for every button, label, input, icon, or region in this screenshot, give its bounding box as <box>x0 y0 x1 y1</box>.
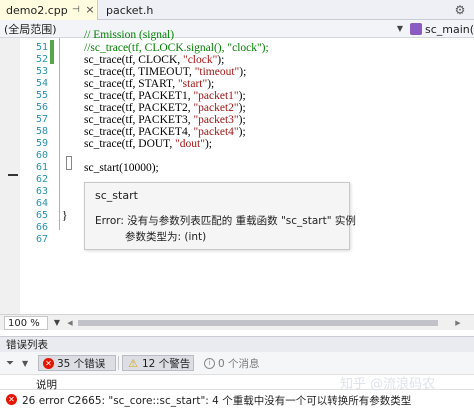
chevron-down-icon[interactable]: ▼ <box>394 22 406 36</box>
errors-count-label: 35 个错误 <box>57 357 106 370</box>
messages-filter-button[interactable]: i 0 个消息 <box>200 355 270 371</box>
code-line: sc_trace(tf, PACKET3, "packet3"); <box>84 114 246 126</box>
filter-icon[interactable]: ⏷ <box>6 355 20 371</box>
fold-guide-line <box>59 38 60 230</box>
warning-icon: ⚠ <box>128 356 138 370</box>
function-label: sc_main( <box>425 22 474 36</box>
scroll-right-icon[interactable]: ▶ <box>454 319 462 327</box>
line-number: 53 <box>35 66 48 77</box>
error-list-title: 错误列表 <box>0 336 474 352</box>
tooltip-title: sc_start <box>95 189 138 202</box>
tab-label: packet.h <box>106 3 154 17</box>
line-number: 51 <box>35 42 48 53</box>
scrollbar-thumb[interactable] <box>78 320 438 326</box>
code-line: sc_trace(tf, START, "start"); <box>84 78 215 90</box>
messages-count-label: 0 个消息 <box>218 357 260 370</box>
zoom-value: 100 % <box>8 317 40 329</box>
watermark-text: 知乎 @流浪码农 <box>340 376 436 392</box>
quickinfo-tooltip: sc_start Error: 没有与参数列表匹配的 重载函数 "sc_star… <box>84 182 356 250</box>
text-caret <box>66 156 72 170</box>
line-number: 55 <box>35 90 48 101</box>
current-line-marker <box>8 174 18 176</box>
navigation-bar: (全局范围) ▼ sc_main( <box>0 20 474 38</box>
code-line: sc_start(10000); <box>84 162 159 174</box>
chevron-down-icon[interactable]: ▼ <box>52 316 62 330</box>
code-line: sc_trace(tf, PACKET1, "packet1"); <box>84 90 246 102</box>
indicator-margin[interactable] <box>0 38 20 314</box>
tooltip-error-text: Error: 没有与参数列表匹配的 重载函数 "sc_start" 实例 <box>95 215 356 227</box>
warnings-filter-button[interactable]: ⚠ 12 个警告 <box>122 355 194 371</box>
function-icon <box>410 23 422 35</box>
document-tab-strip: demo2.cpp ⊣ × packet.h ⚙ <box>0 0 474 20</box>
tab-packet-h[interactable]: packet.h <box>102 0 182 20</box>
line-number: 56 <box>35 102 48 113</box>
line-number: 57 <box>35 114 48 125</box>
panel-title: 错误列表 <box>6 339 48 351</box>
scroll-left-icon[interactable]: ◀ <box>66 319 74 327</box>
line-number: 62 <box>35 174 48 185</box>
info-icon: i <box>204 357 215 369</box>
errors-filter-button[interactable]: ✕ 35 个错误 <box>38 355 116 371</box>
line-number: 60 <box>35 150 48 161</box>
function-dropdown[interactable]: sc_main( <box>410 21 474 37</box>
line-number: 67 <box>35 234 48 245</box>
tab-label: demo2.cpp <box>6 3 68 17</box>
close-icon[interactable]: × <box>84 3 96 16</box>
line-number: 52 <box>35 54 48 65</box>
line-number: 66 <box>35 222 48 233</box>
horizontal-scrollbar[interactable]: ◀ ▶ <box>66 319 466 327</box>
line-number: 58 <box>35 126 48 137</box>
code-line: sc_trace(tf, DOUT, "dout"); <box>84 138 212 150</box>
zoom-level-combo[interactable]: 100 % <box>4 316 48 330</box>
tab-demo2-cpp[interactable]: demo2.cpp ⊣ × <box>0 0 98 20</box>
partial-comment-line: // Emission (signal) <box>84 29 175 41</box>
scope-label: (全局范围) <box>4 23 57 36</box>
change-indicator-bar <box>50 40 54 64</box>
line-number: 63 <box>35 186 48 197</box>
line-number: 54 <box>35 78 48 89</box>
column-description[interactable]: 说明 <box>36 377 57 392</box>
warnings-count-label: 12 个警告 <box>142 357 191 370</box>
line-number: 61 <box>35 162 48 173</box>
error-icon: ✕ <box>43 357 54 369</box>
code-line: sc_trace(tf, CLOCK, "clock"); <box>84 54 225 66</box>
watermark: 知乎 @流浪码农 <box>340 372 474 392</box>
error-row-text: 26 error C2665: "sc_core::sc_start": 4 个… <box>22 395 412 407</box>
gear-icon[interactable]: ⚙ <box>452 3 468 17</box>
error-list-toolbar: ⏷ ▼ ✕ 35 个错误 ⚠ 12 个警告 i 0 个消息 <box>0 352 474 374</box>
pin-icon[interactable]: ⊣ <box>72 4 82 16</box>
chevron-down-icon[interactable]: ▼ <box>22 355 32 371</box>
code-line: //sc_trace(tf, CLOCK.signal(), "clock"); <box>84 42 269 54</box>
line-number: 59 <box>35 138 48 149</box>
code-editor[interactable]: 51 52 53 54 55 56 57 58 59 60 61 62 63 64 65 66 67 // Em… <box>0 29 474 314</box>
code-line: sc_trace(tf, TIMEOUT, "timeout"); <box>84 66 247 78</box>
tooltip-param-text: 参数类型为: (int) <box>125 231 207 243</box>
code-line: sc_trace(tf, PACKET2, "packet2"); <box>84 102 246 114</box>
table-row[interactable]: ✕ 26 error C2665: "sc_core::sc_start": 4… <box>0 391 474 408</box>
code-line: sc_trace(tf, PACKET4, "packet4"); <box>84 126 246 138</box>
code-line: } <box>62 210 68 222</box>
error-icon: ✕ <box>6 394 17 405</box>
line-number: 65 <box>35 210 48 221</box>
toolbar-divider <box>118 356 119 370</box>
editor-bottom-bar: 100 % ▼ ◀ ▶ <box>0 314 474 330</box>
line-number: 64 <box>35 198 48 209</box>
